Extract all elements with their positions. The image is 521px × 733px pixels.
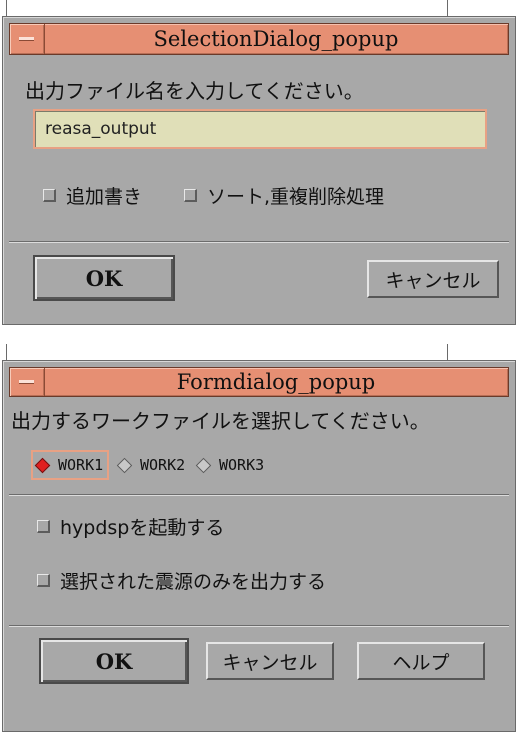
hypdsp-checkbox[interactable]: hypdspを起動する bbox=[37, 513, 224, 540]
sort-dedupe-checkbox[interactable]: ソート,重複削除処理 bbox=[184, 182, 384, 209]
cancel-button[interactable]: キャンセル bbox=[206, 642, 334, 680]
selection-dialog-titlebar[interactable]: SelectionDialog_popup bbox=[9, 23, 509, 55]
frame-edge bbox=[6, 0, 7, 16]
form-dialog-window: Formdialog_popup 出力するワークファイルを選択してください。 W… bbox=[2, 360, 516, 732]
filename-input[interactable] bbox=[35, 111, 485, 147]
radio-work3-label: WORK3 bbox=[219, 456, 265, 474]
window-menu-icon bbox=[19, 380, 34, 384]
frame-edge bbox=[447, 344, 448, 360]
selection-dialog-window: SelectionDialog_popup 出力ファイル名を入力してください。 … bbox=[2, 16, 516, 325]
radio-diamond-icon bbox=[34, 457, 51, 473]
hypdsp-checkbox-label: hypdspを起動する bbox=[60, 517, 225, 539]
filename-field[interactable] bbox=[33, 109, 487, 149]
window-menu-button[interactable] bbox=[10, 24, 45, 54]
selection-dialog-title: SelectionDialog_popup bbox=[153, 27, 399, 51]
ok-button[interactable]: OK bbox=[33, 255, 175, 301]
workfile-prompt: 出力するワークファイルを選択してください。 bbox=[11, 409, 430, 433]
frame-edge bbox=[447, 0, 448, 16]
ok-button[interactable]: OK bbox=[39, 638, 189, 684]
separator bbox=[9, 625, 509, 627]
append-checkbox-label: 追加書き bbox=[66, 186, 143, 208]
cancel-button[interactable]: キャンセル bbox=[367, 260, 499, 298]
form-dialog-titlebar[interactable]: Formdialog_popup bbox=[9, 367, 509, 397]
checkbox-icon bbox=[37, 574, 50, 587]
form-dialog-title: Formdialog_popup bbox=[176, 370, 376, 394]
checkbox-icon bbox=[184, 189, 197, 202]
sort-dedupe-checkbox-label: ソート,重複削除処理 bbox=[207, 186, 385, 208]
window-menu-icon bbox=[19, 37, 34, 41]
radio-work2-label: WORK2 bbox=[140, 456, 186, 474]
selected-only-checkbox[interactable]: 選択された震源のみを出力する bbox=[37, 567, 326, 594]
radio-diamond-icon bbox=[195, 457, 212, 473]
radio-diamond-icon bbox=[116, 457, 133, 473]
append-checkbox[interactable]: 追加書き bbox=[43, 182, 142, 209]
radio-work3[interactable]: WORK3 bbox=[195, 456, 265, 474]
checkbox-icon bbox=[37, 520, 50, 533]
checkbox-icon bbox=[43, 189, 56, 202]
help-button[interactable]: ヘルプ bbox=[357, 642, 485, 680]
radio-work1[interactable]: WORK1 bbox=[30, 450, 110, 480]
frame-edge bbox=[6, 344, 7, 360]
selected-only-checkbox-label: 選択された震源のみを出力する bbox=[60, 571, 327, 593]
separator bbox=[9, 494, 509, 496]
filename-prompt: 出力ファイル名を入力してください。 bbox=[25, 79, 364, 103]
separator bbox=[9, 241, 509, 243]
window-menu-button[interactable] bbox=[10, 368, 45, 396]
radio-work1-label: WORK1 bbox=[58, 456, 104, 474]
radio-work2[interactable]: WORK2 bbox=[116, 456, 186, 474]
